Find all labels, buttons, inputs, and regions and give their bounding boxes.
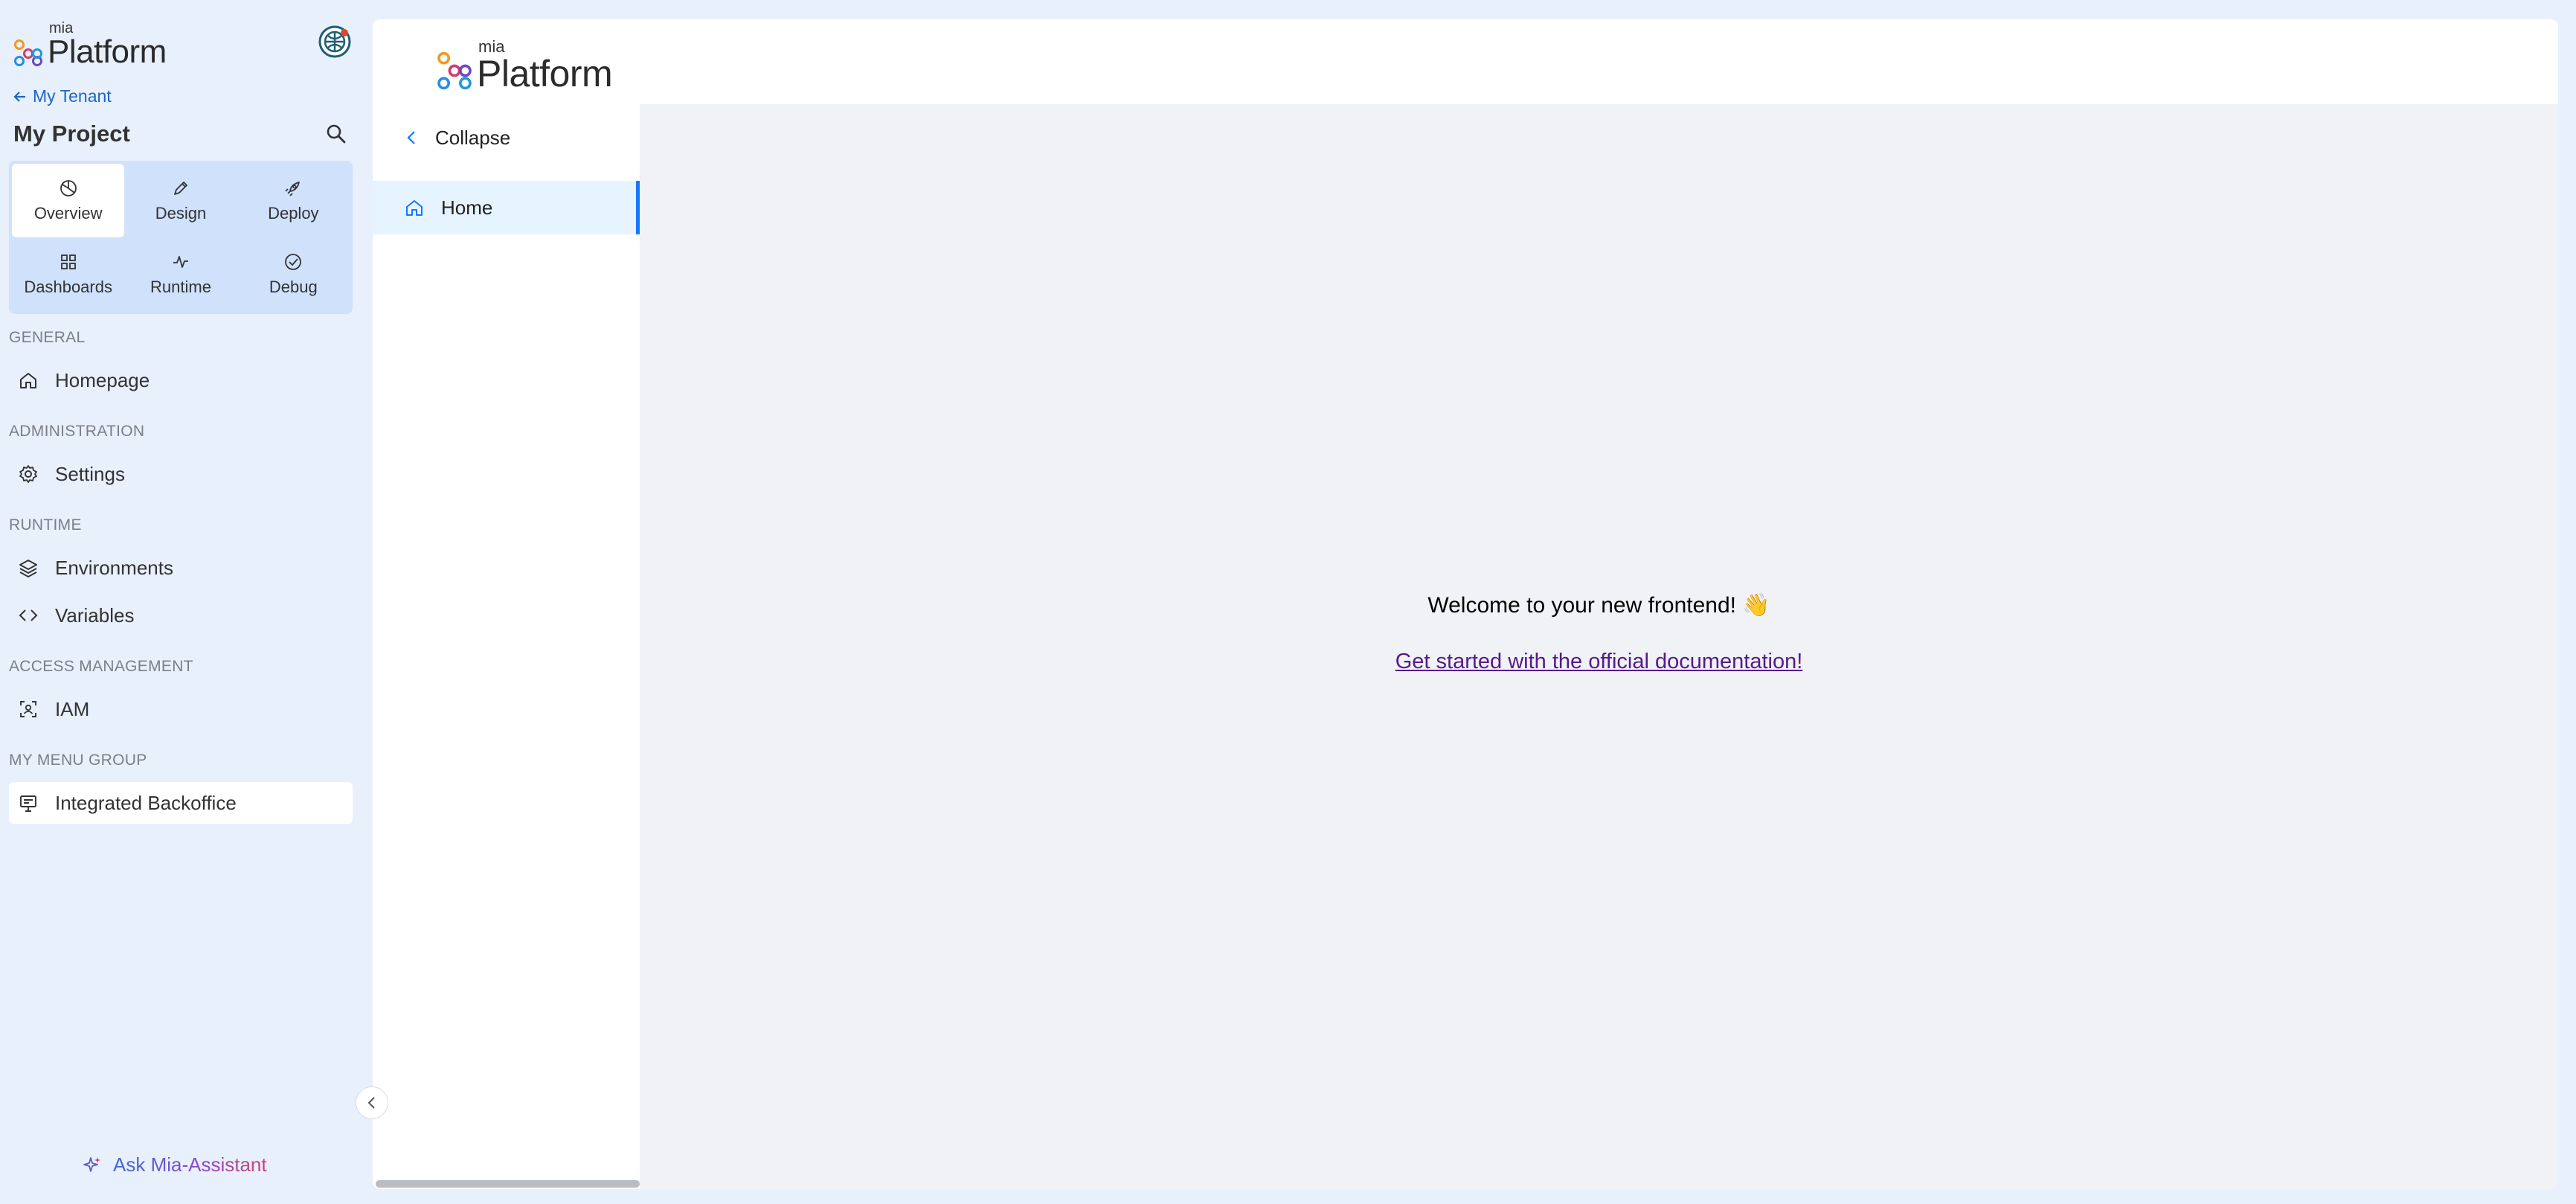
home-icon [406, 200, 423, 216]
chevron-left-icon [367, 1097, 375, 1109]
section-overview[interactable]: Overview [12, 164, 125, 237]
assistant-label: Ask Mia-Assistant [113, 1153, 267, 1176]
mia-logo-icon [14, 39, 42, 66]
section-dashboards[interactable]: Dashboards [12, 237, 124, 311]
sidebar-item-label: Settings [55, 462, 125, 485]
sidebar-item-environments[interactable]: Environments [9, 547, 353, 589]
sidebar: mia Platform My Tenant My Project Overvi… [0, 0, 362, 1204]
sidebar-item-label: Environments [55, 556, 173, 579]
sidebar-item-label: Variables [55, 603, 135, 627]
mia-logo-icon [437, 51, 472, 90]
frame-logo[interactable]: mia Platform [437, 39, 613, 95]
ask-mia-assistant-button[interactable]: Ask Mia-Assistant [82, 1153, 267, 1176]
welcome-message: Welcome to your new frontend! 👋 [1427, 593, 1770, 618]
horizontal-scrollbar[interactable] [376, 1180, 640, 1188]
section-label: Deploy [268, 203, 319, 222]
logo-large-text: Platform [477, 53, 613, 95]
sidebar-item-label: Homepage [55, 368, 150, 391]
project-title: My Project [13, 121, 130, 147]
code-icon [19, 609, 38, 621]
group-label-administration: ADMINISTRATION [9, 423, 145, 440]
section-label: Runtime [150, 277, 211, 296]
section-label: Dashboards [24, 277, 112, 296]
sidebar-logo[interactable]: mia Platform [13, 21, 167, 68]
activity-icon [173, 255, 188, 268]
check-circle-icon [285, 253, 302, 270]
sparkle-icon [83, 1156, 100, 1172]
frame-menu: Collapse Home [373, 104, 640, 1189]
gear-icon [19, 465, 37, 483]
back-link-label: My Tenant [33, 86, 112, 106]
sidebar-collapse-button[interactable] [356, 1086, 388, 1119]
arrow-left-icon [13, 91, 25, 102]
frame-header: mia Platform [373, 19, 2558, 104]
grid-icon [60, 254, 76, 269]
content-area: Welcome to your new frontend! 👋 Get star… [640, 104, 2558, 1189]
sidebar-item-label: Integrated Backoffice [55, 791, 237, 814]
menu-item-home[interactable]: Home [373, 181, 640, 234]
sidebar-item-variables[interactable]: Variables [9, 595, 353, 636]
section-runtime[interactable]: Runtime [124, 237, 237, 311]
group-label-access-management: ACCESS MANAGEMENT [9, 658, 193, 675]
globe-avatar-icon[interactable] [318, 25, 351, 58]
pencil-icon [174, 181, 187, 195]
layers-icon [19, 560, 37, 577]
section-debug[interactable]: Debug [237, 237, 350, 311]
collapse-label: Collapse [435, 126, 511, 149]
sidebar-item-label: IAM [55, 697, 90, 720]
group-label-runtime: RUNTIME [9, 516, 82, 534]
user-scan-icon [20, 701, 36, 717]
menu-collapse-button[interactable]: Collapse [373, 104, 640, 171]
menu-item-label: Home [441, 196, 493, 219]
sidebar-item-settings[interactable]: Settings [9, 453, 353, 495]
sidebar-item-iam[interactable]: IAM [9, 688, 353, 730]
documentation-link[interactable]: Get started with the official documentat… [1395, 650, 1803, 674]
section-label: Design [155, 203, 207, 222]
sidebar-item-integrated-backoffice[interactable]: Integrated Backoffice [9, 782, 353, 824]
embedded-frontend: mia Platform Collapse Home Welcome to yo… [373, 19, 2558, 1189]
group-label-my-menu-group: MY MENU GROUP [9, 752, 147, 769]
pie-chart-icon [60, 179, 77, 196]
search-icon[interactable] [324, 122, 348, 146]
section-design[interactable]: Design [124, 164, 237, 237]
home-icon [20, 373, 36, 388]
section-switcher: Overview Design Deploy Dashboards Runtim… [9, 161, 353, 314]
chevron-left-icon [407, 131, 415, 144]
section-label: Debug [269, 277, 318, 296]
backoffice-icon [20, 795, 36, 812]
rocket-icon [285, 181, 301, 196]
section-label: Overview [33, 203, 103, 222]
sidebar-item-homepage[interactable]: Homepage [9, 359, 353, 401]
section-deploy[interactable]: Deploy [237, 164, 350, 237]
group-label-general: GENERAL [9, 329, 86, 346]
logo-large-text: Platform [48, 33, 167, 70]
back-to-tenant-link[interactable]: My Tenant [13, 86, 112, 106]
